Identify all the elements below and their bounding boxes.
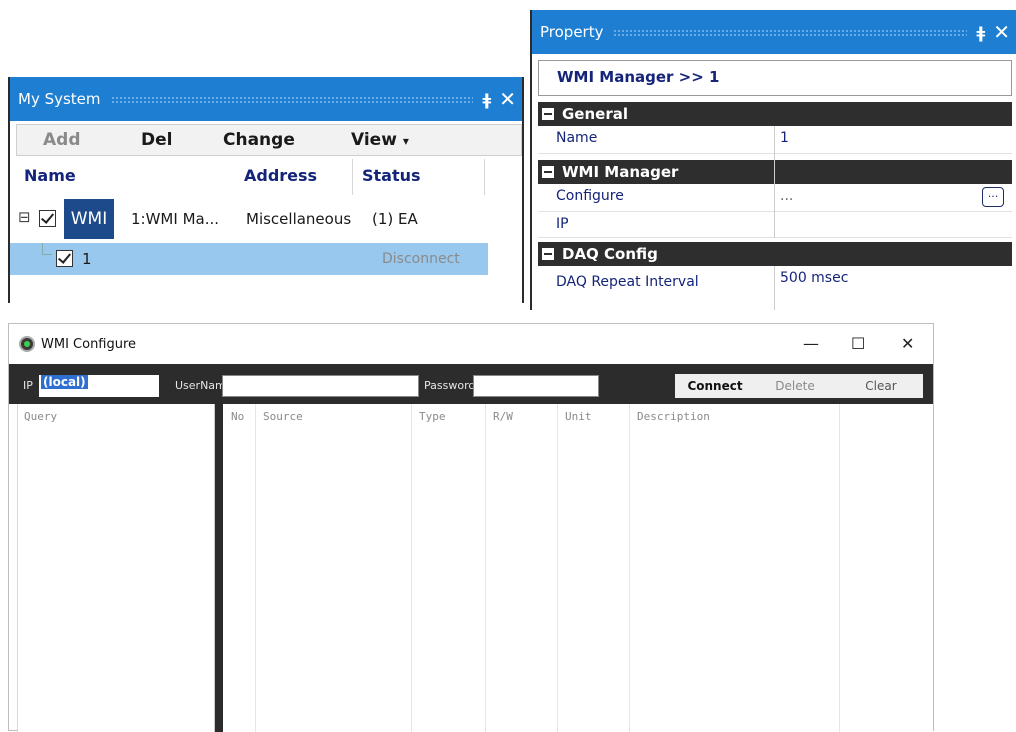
property-value[interactable]: 1 [780, 130, 789, 146]
connect-button[interactable]: Connect [675, 374, 755, 398]
ip-label: IP [23, 379, 33, 392]
child-name: 1 [82, 250, 92, 268]
category-general[interactable]: General [538, 102, 1012, 126]
pin-icon[interactable]: ǂ [483, 90, 492, 109]
checkbox-child-1[interactable] [56, 250, 73, 267]
tree-connector [42, 243, 52, 255]
property-value[interactable]: 500 msec [780, 270, 848, 286]
view-label: View [351, 130, 397, 150]
property-key: Configure [556, 188, 624, 204]
property-key: DAQ Repeat Interval [556, 274, 699, 290]
my-system-toolbar: Add Del Change View ▾ [16, 124, 522, 156]
category-label: DAQ Config [562, 245, 658, 263]
wmi-badge-label: WMI [70, 209, 108, 229]
query-pane[interactable]: Query [17, 404, 215, 732]
column-divider[interactable] [352, 159, 353, 195]
grid-divider [629, 404, 630, 732]
grid-column-header[interactable]: Source [263, 410, 303, 423]
device-status: (1) EA [372, 210, 418, 228]
property-grid-divider[interactable] [774, 266, 775, 310]
grid-column-header[interactable]: Type [419, 410, 446, 423]
data-grid[interactable]: No Source Type R/W Unit Description [215, 404, 933, 732]
close-icon[interactable]: ✕ [993, 22, 1010, 42]
property-panel: Property ǂ ✕ WMI Manager >> 1 General Na… [530, 10, 1016, 310]
column-header-status[interactable]: Status [362, 166, 421, 185]
property-title: Property [540, 23, 604, 41]
view-dropdown[interactable]: View ▾ [351, 130, 409, 150]
my-system-title: My System [18, 90, 101, 108]
my-system-panel: My System ǂ ✕ Add Del Change View ▾ Name… [8, 77, 524, 303]
close-icon[interactable]: ✕ [499, 89, 516, 109]
collapse-icon[interactable] [542, 248, 554, 260]
wmi-device-icon: WMI [64, 199, 114, 239]
property-object-header: WMI Manager >> 1 [538, 60, 1012, 96]
delete-button[interactable]: Delete [755, 374, 835, 398]
grid-divider [411, 404, 412, 732]
property-row-name[interactable]: Name 1 [538, 126, 1012, 154]
property-row-configure[interactable]: Configure ... ... [538, 184, 1012, 212]
del-button[interactable]: Del [141, 130, 172, 150]
grid-divider [557, 404, 558, 732]
grid-divider [485, 404, 486, 732]
collapse-icon[interactable]: ⊟ [18, 208, 31, 226]
connection-bar: IP (local) UserName Password Connect Del… [9, 364, 933, 404]
title-grip[interactable] [613, 28, 967, 36]
category-daq-config[interactable]: DAQ Config [538, 242, 1012, 266]
grid-divider [839, 404, 840, 732]
collapse-icon[interactable] [542, 166, 554, 178]
property-key: IP [556, 216, 569, 232]
wmi-configure-title-bar[interactable]: WMI Configure [9, 324, 933, 364]
device-name: 1:WMI Ma... [131, 210, 220, 228]
ip-input[interactable]: (local) [39, 375, 159, 397]
property-key: Name [556, 130, 598, 146]
pin-icon[interactable]: ǂ [977, 23, 986, 42]
tree-row-child-1[interactable]: 1 Disconnect [10, 243, 488, 275]
property-row-daq-repeat-interval[interactable]: DAQ Repeat Interval 500 msec [538, 266, 1012, 300]
username-input[interactable] [222, 375, 419, 397]
my-system-title-bar[interactable]: My System ǂ ✕ [10, 77, 522, 121]
property-row-ip[interactable]: IP [538, 212, 1012, 238]
grid-column-header[interactable]: No [231, 410, 244, 423]
column-divider[interactable] [484, 159, 485, 195]
grid-column-header[interactable]: Description [637, 410, 710, 423]
child-status: Disconnect [382, 251, 460, 267]
query-header: Query [24, 410, 58, 423]
category-wmi-manager[interactable]: WMI Manager [538, 160, 1012, 184]
maximize-icon[interactable]: ☐ [851, 334, 865, 353]
clear-button[interactable]: Clear [839, 374, 923, 398]
app-icon [19, 336, 35, 352]
ip-value: (local) [41, 375, 88, 389]
checkbox-wmi-manager[interactable] [39, 210, 56, 227]
password-label: Password [424, 379, 476, 392]
property-grid-divider[interactable] [774, 126, 775, 238]
property-title-bar[interactable]: Property ǂ ✕ [532, 10, 1016, 54]
change-button[interactable]: Change [223, 130, 295, 150]
category-label: General [562, 105, 628, 123]
chevron-down-icon: ▾ [402, 134, 409, 148]
minimize-icon[interactable]: — [803, 334, 819, 353]
grid-column-header[interactable]: R/W [493, 410, 513, 423]
collapse-icon[interactable] [542, 108, 554, 120]
password-input[interactable] [473, 375, 599, 397]
configure-ellipsis-button[interactable]: ... [982, 187, 1004, 207]
close-icon[interactable]: ✕ [901, 334, 914, 353]
add-button[interactable]: Add [43, 130, 81, 150]
column-header-address[interactable]: Address [244, 166, 317, 185]
column-header-name[interactable]: Name [24, 166, 76, 185]
grid-column-header[interactable]: Unit [565, 410, 592, 423]
grid-divider [255, 404, 256, 732]
title-grip[interactable] [110, 95, 473, 103]
window-title: WMI Configure [41, 336, 137, 352]
property-value: ... [780, 188, 794, 204]
category-label: WMI Manager [562, 163, 679, 181]
wmi-configure-window: WMI Configure — ☐ ✕ IP (local) UserName … [8, 323, 934, 732]
device-address: Miscellaneous [246, 210, 352, 228]
